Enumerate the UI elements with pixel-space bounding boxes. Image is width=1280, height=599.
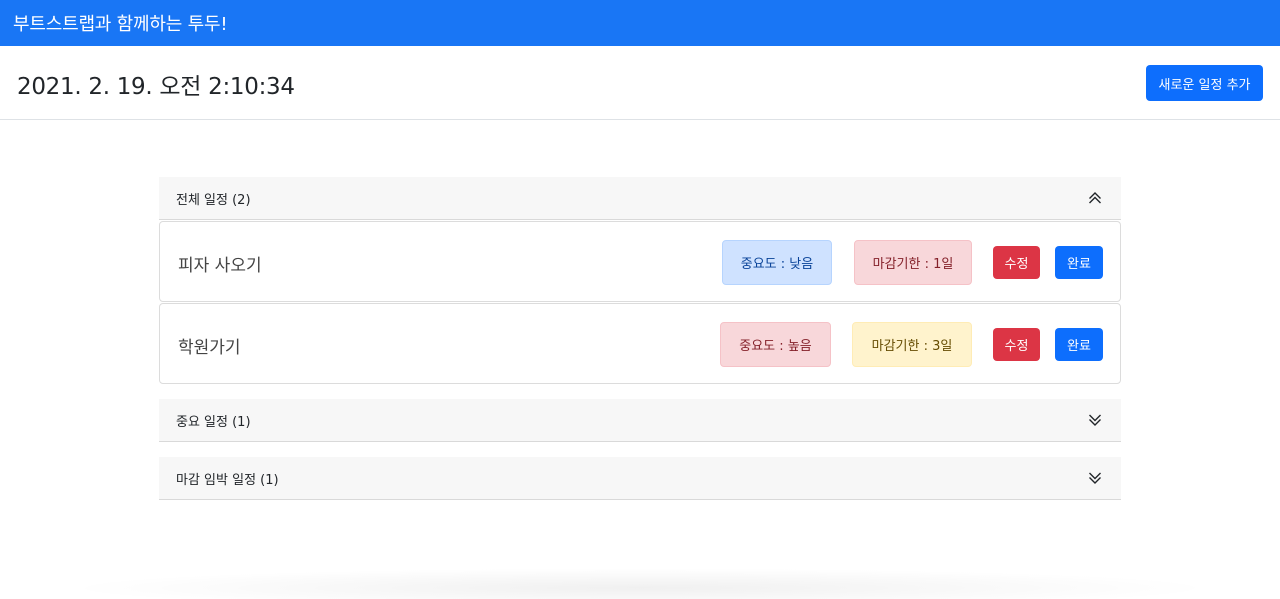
todo-title: 학원가기 (178, 338, 241, 358)
edit-button[interactable]: 수정 (993, 246, 1040, 279)
todo-item: 학원가기 중요도 : 높음 마감기한 : 3일 수정 완료 (159, 303, 1121, 384)
priority-badge: 중요도 : 높음 (720, 322, 831, 367)
todo-item: 피자 사오기 중요도 : 낮음 마감기한 : 1일 수정 완료 (159, 221, 1121, 302)
section-header-important[interactable]: 중요 일정 (1) (159, 399, 1121, 442)
section-title: 전체 일정 (2) (176, 192, 251, 208)
section-title: 중요 일정 (1) (176, 414, 251, 430)
todo-accordion: 전체 일정 (2) 피자 사오기 중요도 : 낮음 마감기한 : 1일 수정 완… (159, 177, 1121, 500)
section-header-all[interactable]: 전체 일정 (2) (159, 177, 1121, 220)
section-body-all: 피자 사오기 중요도 : 낮음 마감기한 : 1일 수정 완료 학원가기 중요도… (159, 221, 1121, 384)
page-header: 2021. 2. 19. 오전 2:10:34 새로운 일정 추가 (0, 46, 1280, 120)
navbar-brand[interactable]: 부트스트랩과 함께하는 투두! (13, 10, 228, 36)
deadline-badge: 마감기한 : 3일 (852, 322, 972, 367)
add-todo-button[interactable]: 새로운 일정 추가 (1146, 65, 1263, 101)
complete-button[interactable]: 완료 (1055, 328, 1103, 361)
bottom-shadow (60, 568, 1220, 599)
navbar: 부트스트랩과 함께하는 투두! (0, 0, 1280, 46)
chevron-double-down-icon (1089, 414, 1101, 426)
chevron-double-up-icon (1089, 192, 1101, 204)
section-title: 마감 임박 일정 (1) (176, 472, 279, 488)
chevron-double-down-icon (1089, 472, 1101, 484)
todo-title: 피자 사오기 (178, 256, 262, 276)
deadline-badge: 마감기한 : 1일 (854, 240, 972, 285)
edit-button[interactable]: 수정 (993, 328, 1040, 361)
section-header-deadline[interactable]: 마감 임박 일정 (1) (159, 457, 1121, 500)
current-datetime: 2021. 2. 19. 오전 2:10:34 (17, 74, 295, 100)
complete-button[interactable]: 완료 (1055, 246, 1103, 279)
priority-badge: 중요도 : 낮음 (722, 240, 832, 285)
